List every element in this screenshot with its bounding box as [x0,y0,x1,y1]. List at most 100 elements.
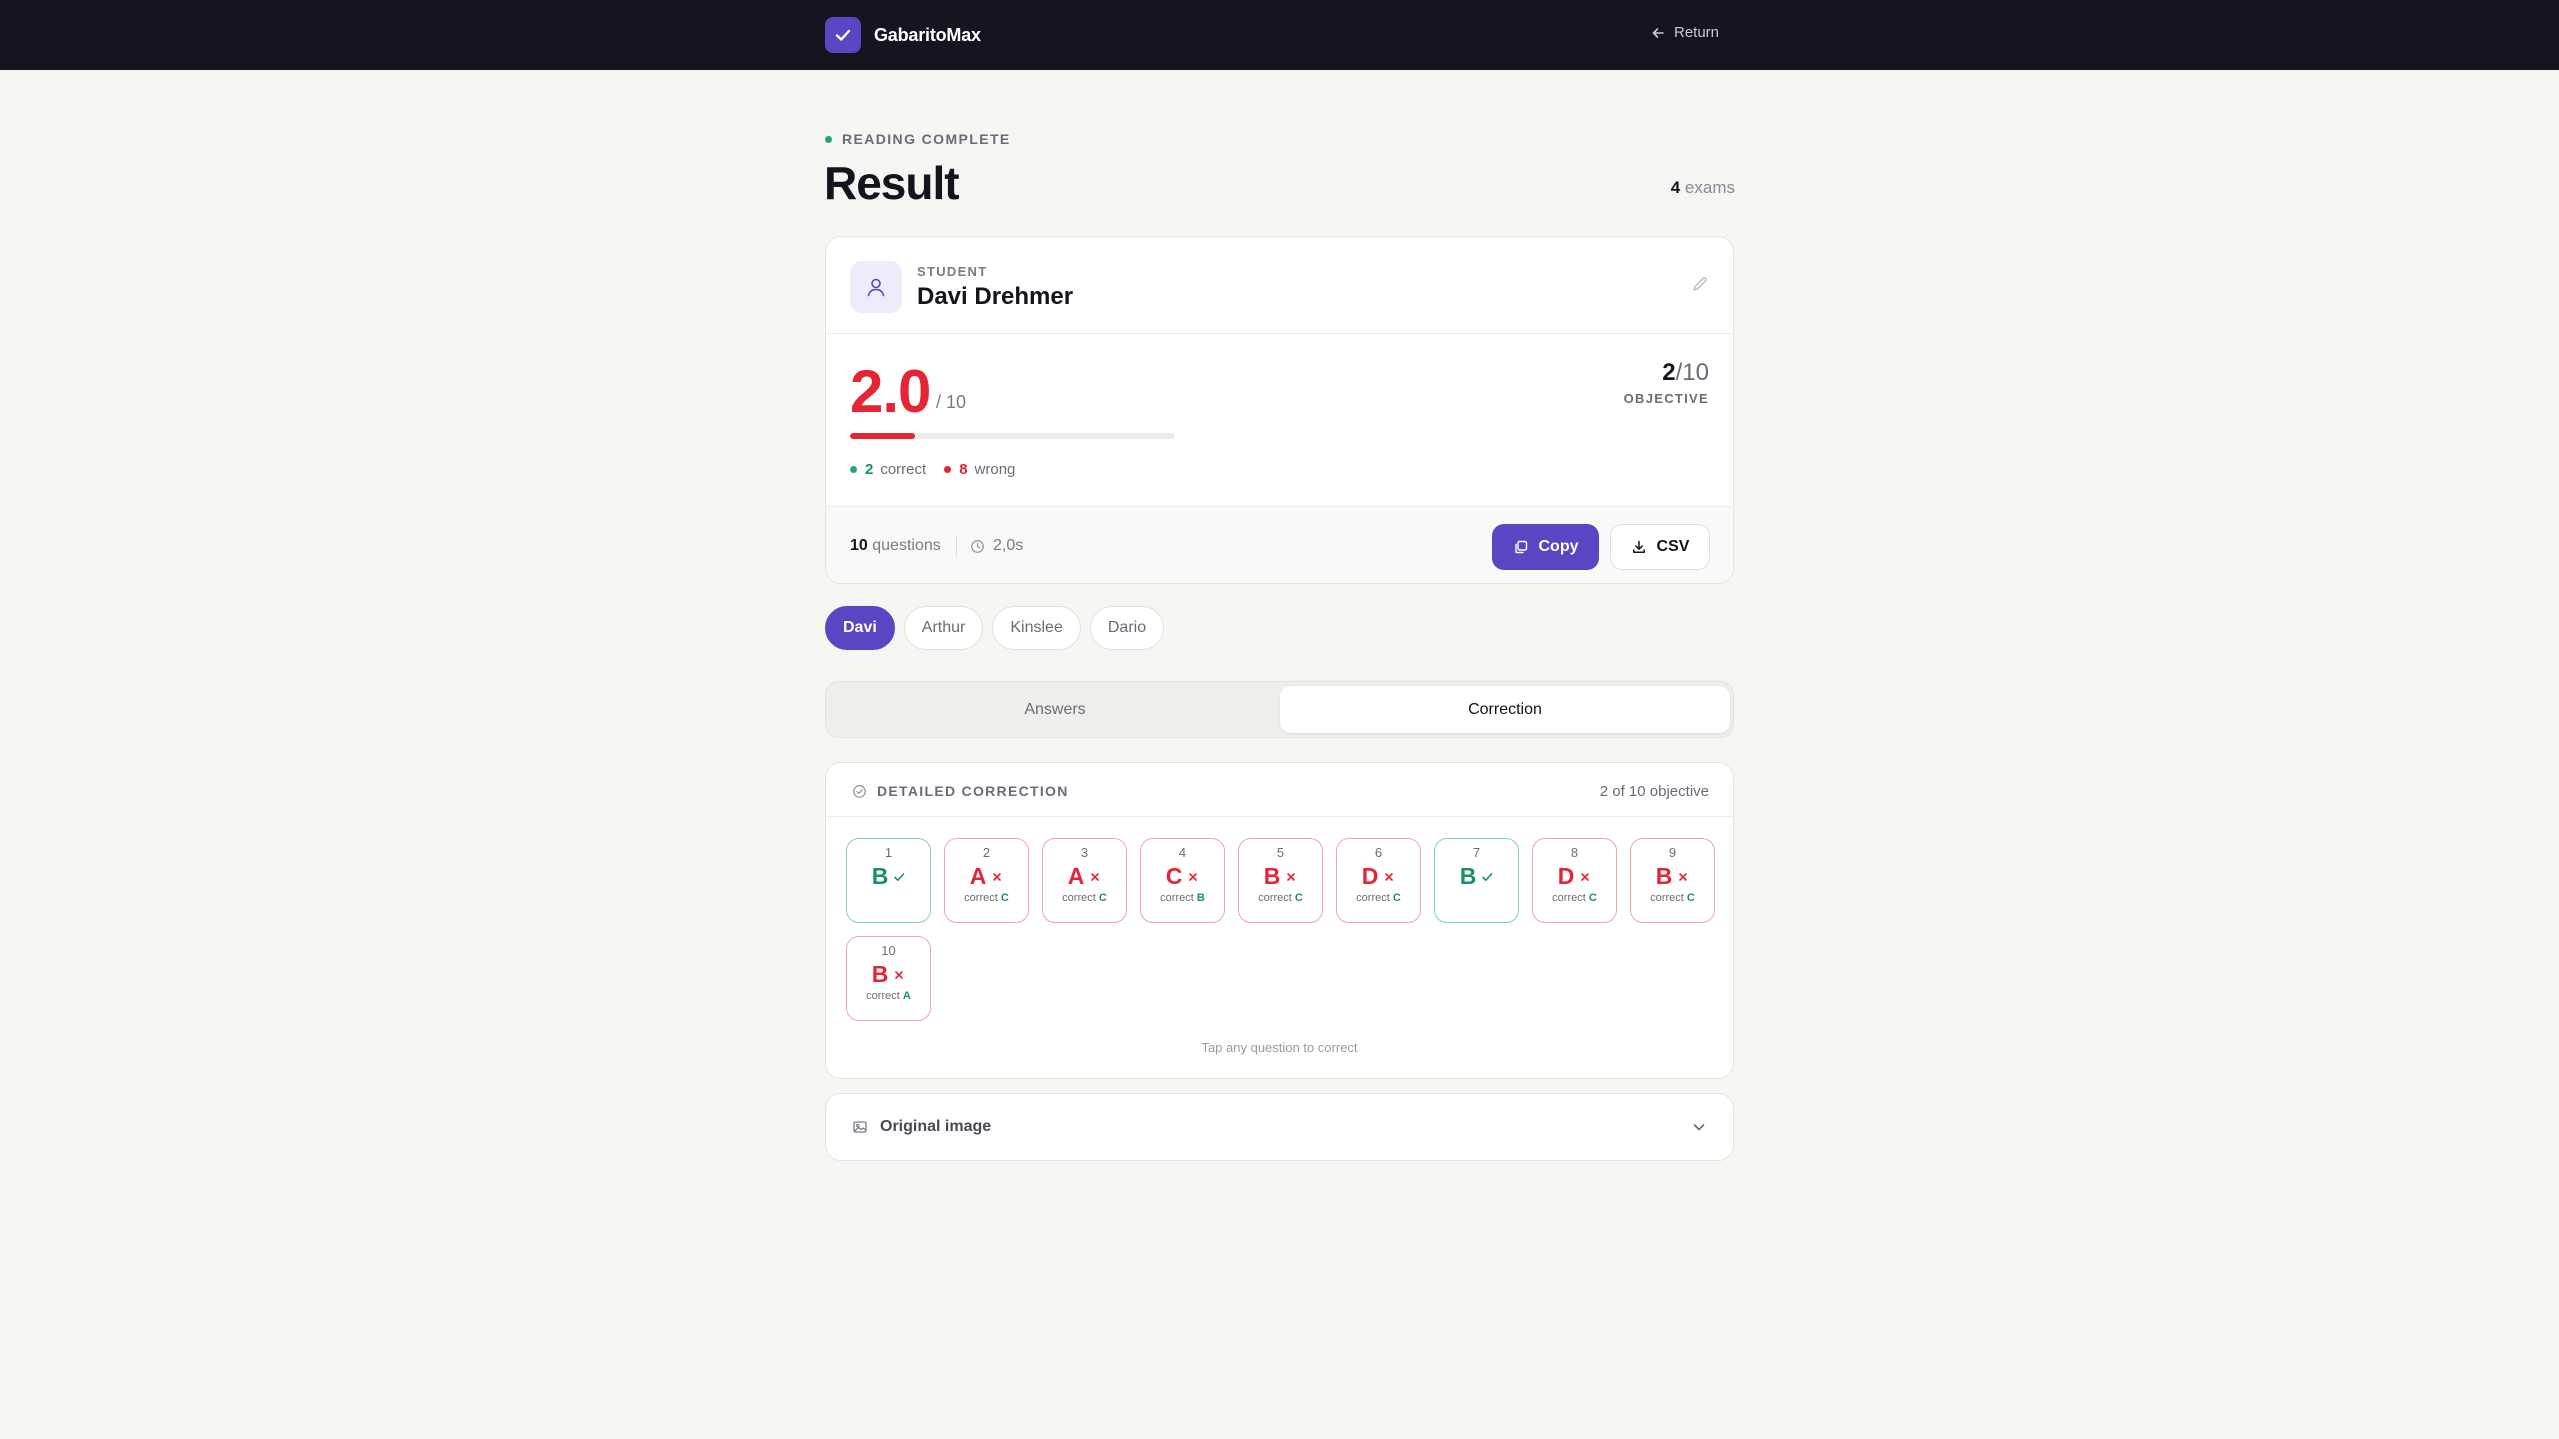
correct-answer-prefix: correct [1650,892,1684,904]
student-chip[interactable]: Dario [1089,606,1165,650]
objective-score-total: /10 [1675,359,1709,386]
correct-answer-hint: correct C [1552,892,1597,904]
student-name: Davi Drehmer [917,283,1074,310]
question-cell[interactable]: 5 Bcorrect C [1238,838,1323,923]
brand[interactable]: GabaritoMax [825,17,981,53]
csv-label: CSV [1656,538,1690,555]
exams-count-number: 4 [1670,178,1681,197]
question-answer: C [1166,863,1200,890]
question-cell[interactable]: 6 Dcorrect C [1336,838,1421,923]
student-selector: Davi Arthur Kinslee Dario [825,606,1173,650]
student-chip[interactable]: Kinslee [992,606,1081,650]
original-image-panel[interactable]: Original image [825,1093,1734,1161]
correct-answer-letter: C [1588,892,1597,904]
objective-score: 2/10 OBJECTIVE [1624,359,1709,406]
correct-answer-hint: correct C [1650,892,1695,904]
x-icon [1187,871,1199,883]
check-icon [825,17,861,53]
question-answer: B [872,863,906,890]
question-cell[interactable]: 7B [1434,838,1519,923]
correct-answer-prefix: correct [1552,892,1586,904]
csv-button[interactable]: CSV [1610,524,1710,570]
question-cell[interactable]: 10 Bcorrect A [846,936,931,1021]
return-label: Return [1674,24,1720,41]
wrong-dot [944,466,952,473]
tab-answers[interactable]: Answers [830,686,1280,733]
score-tally: 2 correct 8 wrong [850,461,1033,478]
correct-answer-prefix: correct [1062,892,1096,904]
correct-answer-hint: correct C [1356,892,1401,904]
x-icon [1089,871,1101,883]
footer-divider [956,535,957,557]
original-image-label: Original image [880,1118,992,1135]
correct-answer-prefix: correct [1160,892,1194,904]
correct-answer-hint: correct A [866,990,911,1002]
result-card-footer: 10 questions 2,0s Copy CSV [826,506,1733,583]
answer-letter: D [1361,863,1379,889]
x-icon [1285,871,1297,883]
answer-letter: A [969,863,987,889]
correct-label: correct [880,461,927,478]
correct-answer-letter: B [1196,892,1205,904]
question-number: 6 [1374,845,1383,860]
question-answer: A [1068,863,1102,890]
copy-button[interactable]: Copy [1492,524,1599,570]
objective-label: OBJECTIVE [1623,391,1709,406]
correct-answer-letter: C [1098,892,1107,904]
answer-letter: A [1067,863,1085,889]
correct-answer-hint: correct C [1258,892,1303,904]
answer-letter: B [1263,863,1281,889]
score-progress-bar [850,433,1175,439]
score-value: 2.0 [850,358,931,425]
question-number: 4 [1178,845,1187,860]
pencil-icon[interactable] [1691,275,1709,298]
question-answer: B [1460,863,1494,890]
question-answer: D [1362,863,1396,890]
student-chip[interactable]: Davi [825,606,895,650]
exams-count: 4 exams [1671,178,1735,198]
correct-answer-letter: C [1392,892,1401,904]
x-icon [991,871,1003,883]
question-number: 3 [1080,845,1089,860]
correction-title-text: DETAILED CORRECTION [877,783,1069,799]
question-cell[interactable]: 2 Acorrect C [944,838,1029,923]
return-button[interactable]: Return [1650,24,1719,41]
question-cell[interactable]: 8 Dcorrect C [1532,838,1617,923]
student-chip[interactable]: Arthur [903,606,984,650]
question-answer: B [1264,863,1298,890]
top-bar: GabaritoMax Return [0,0,2559,70]
student-chip-label: Davi [843,619,877,636]
arrow-left-icon [1652,27,1664,38]
question-answer: B [1656,863,1690,890]
answer-letter: C [1165,863,1183,889]
questions-count-number: 10 [850,537,868,554]
elapsed-time: 2,0s [970,537,1023,555]
question-cell[interactable]: 9 Bcorrect C [1630,838,1715,923]
score-max: / 10 [936,392,967,412]
check-icon [1481,871,1493,883]
score-progress-fill [850,433,915,439]
question-number: 2 [982,845,991,860]
correct-count: 2 [865,461,874,478]
student-chip-label: Dario [1107,619,1147,636]
student-result-card: STUDENT Davi Drehmer 2.0 / 10 2 correct … [825,236,1734,584]
status-line: READING COMPLETE [825,131,1011,147]
clock-icon [971,539,984,553]
question-cell[interactable]: 4 Ccorrect B [1140,838,1225,923]
wrong-label: wrong [974,461,1016,478]
question-cell[interactable]: 1B [846,838,931,923]
correct-answer-hint: correct B [1160,892,1205,904]
chevron-down-icon[interactable] [1691,1119,1707,1140]
copy-label: Copy [1538,538,1579,555]
x-icon [893,969,905,981]
correct-answer-letter: C [1294,892,1303,904]
answer-letter: B [871,863,889,889]
tab-correction[interactable]: Correction [1280,686,1730,733]
page-title: Result [824,157,960,209]
check-icon [893,871,905,883]
question-cell[interactable]: 3 Acorrect C [1042,838,1127,923]
correct-answer-prefix: correct [1356,892,1390,904]
questions-count-label: questions [872,537,941,554]
exams-count-label: exams [1684,178,1735,197]
question-number: 7 [1472,845,1481,860]
